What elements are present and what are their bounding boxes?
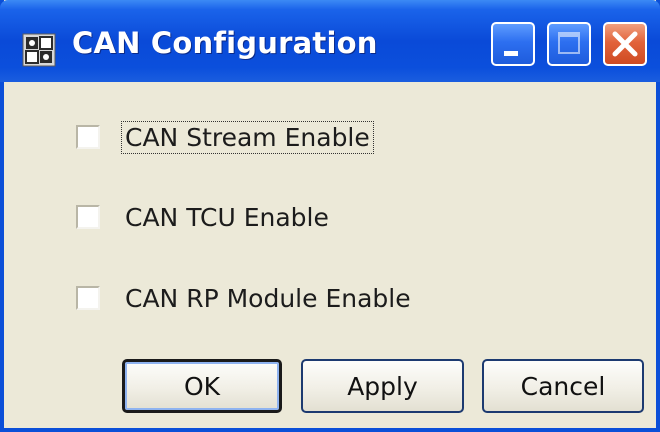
can-stream-enable-checkbox[interactable] bbox=[76, 125, 100, 149]
can-configuration-dialog: CAN Configuration CAN Stream Enable CAN … bbox=[0, 0, 660, 432]
dialog-body: CAN Stream Enable CAN TCU Enable CAN RP … bbox=[4, 82, 656, 428]
option-can-rp-module-enable[interactable]: CAN RP Module Enable bbox=[76, 278, 414, 318]
can-tcu-enable-label[interactable]: CAN TCU Enable bbox=[122, 202, 332, 233]
can-config-icon bbox=[22, 33, 56, 67]
close-icon bbox=[605, 24, 645, 64]
maximize-icon bbox=[558, 32, 580, 54]
apply-button[interactable]: Apply bbox=[301, 359, 464, 413]
can-stream-enable-label[interactable]: CAN Stream Enable bbox=[121, 120, 374, 154]
window-title: CAN Configuration bbox=[72, 26, 378, 60]
can-rp-module-enable-checkbox[interactable] bbox=[76, 286, 100, 310]
minimize-icon bbox=[504, 51, 518, 56]
ok-button[interactable]: OK bbox=[122, 359, 282, 413]
close-button[interactable] bbox=[603, 22, 647, 66]
option-can-stream-enable[interactable]: CAN Stream Enable bbox=[76, 117, 374, 157]
can-tcu-enable-checkbox[interactable] bbox=[76, 205, 100, 229]
option-can-tcu-enable[interactable]: CAN TCU Enable bbox=[76, 197, 332, 237]
can-rp-module-enable-label[interactable]: CAN RP Module Enable bbox=[122, 283, 414, 314]
minimize-button[interactable] bbox=[491, 22, 535, 66]
title-bar[interactable]: CAN Configuration bbox=[0, 0, 660, 82]
cancel-button[interactable]: Cancel bbox=[482, 359, 644, 413]
maximize-button[interactable] bbox=[547, 22, 591, 66]
